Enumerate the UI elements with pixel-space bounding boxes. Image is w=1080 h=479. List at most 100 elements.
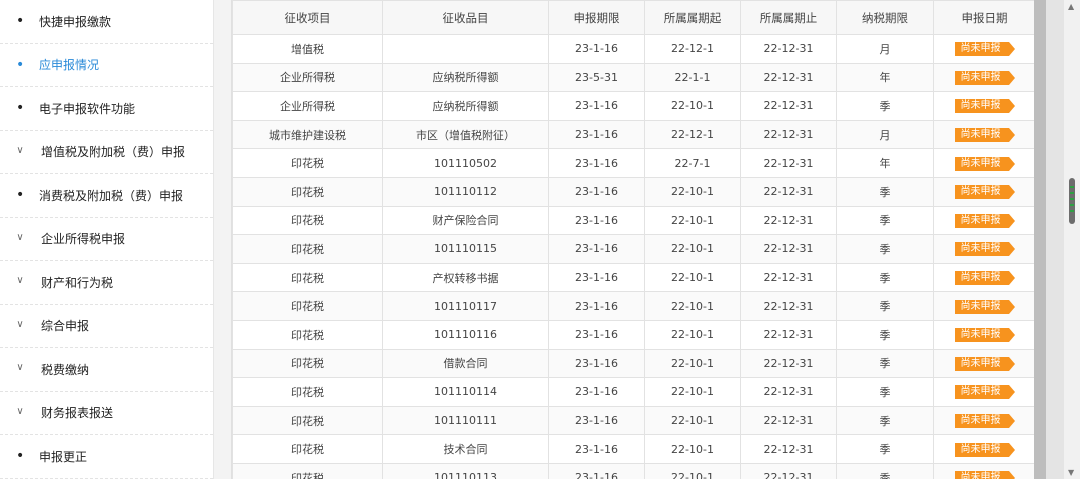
table-cell: 印花税 (232, 291, 383, 321)
table-row[interactable]: 印花税 101110116 23-1-16 22-10-1 22-12-31 季 尚未申报 (232, 319, 1035, 350)
table-row[interactable]: 印花税 101110502 23-1-16 22-7-1 22-12-31 年 尚未申报 (232, 148, 1035, 178)
sidebar-item[interactable]: ∨ 增值税及附加税（费）申报 (0, 131, 213, 174)
status-badge[interactable]: 尚未申报 (954, 156, 1015, 171)
table-cell: 印花税 (232, 205, 383, 236)
table-cell: 22-10-1 (644, 377, 741, 407)
sidebar-item[interactable]: 消费税及附加税（费）申报 (0, 174, 213, 218)
status-badge[interactable]: 尚未申报 (954, 471, 1015, 479)
table-cell: 23-1-16 (548, 348, 645, 379)
table-cell: 印花税 (232, 377, 383, 407)
scroll-down-icon[interactable]: ▼ (1068, 468, 1074, 477)
column-header: 所属属期起 (644, 0, 741, 35)
status-badge[interactable]: 尚未申报 (954, 185, 1015, 200)
table-cell: 22-12-31 (740, 377, 837, 407)
table-cell: 23-1-16 (548, 34, 645, 64)
table-cell: 月 (836, 119, 934, 150)
sidebar-item[interactable]: 应申报情况 (0, 44, 213, 87)
table-row[interactable]: 增值税 23-1-16 22-12-1 22-12-31 月 尚未申报 (232, 34, 1035, 64)
sidebar-item[interactable]: 快捷申报缴款 (0, 0, 213, 44)
table-cell: 23-1-16 (548, 462, 645, 479)
table-cell: 季 (836, 377, 934, 407)
table-cell: 月 (836, 34, 934, 64)
status-badge[interactable]: 尚未申报 (954, 328, 1015, 343)
table-cell: 22-10-1 (644, 434, 741, 464)
sidebar-item[interactable]: ∨ 财务报表报送 (0, 392, 213, 435)
table-cell: 22-12-31 (740, 462, 837, 479)
column-header: 申报期限 (548, 0, 645, 35)
table-cell: 尚未申报 (933, 205, 1035, 236)
sidebar-item[interactable]: ∨ 企业所得税申报 (0, 218, 213, 261)
table-cell: 财产保险合同 (382, 205, 549, 236)
sidebar-item[interactable]: 申报更正 (0, 435, 213, 479)
table-row[interactable]: 印花税 技术合同 23-1-16 22-10-1 22-12-31 季 尚未申报 (232, 434, 1035, 464)
status-badge[interactable]: 尚未申报 (954, 213, 1015, 228)
status-badge[interactable]: 尚未申报 (954, 242, 1015, 257)
table-cell: 22-12-1 (644, 119, 741, 150)
table-cell: 23-5-31 (548, 62, 645, 93)
table-cell: 22-12-1 (644, 34, 741, 64)
table-cell: 22-10-1 (644, 205, 741, 236)
table-row[interactable]: 企业所得税 应纳税所得额 23-1-16 22-10-1 22-12-31 季 尚未申报 (232, 91, 1035, 121)
table-row[interactable]: 印花税 101110112 23-1-16 22-10-1 22-12-31 季 尚未申报 (232, 176, 1035, 207)
table-row[interactable]: 城市维护建设税 市区（增值税附征） 23-1-16 22-12-1 22-12-31 月 尚… (232, 119, 1035, 150)
status-badge[interactable]: 尚未申报 (954, 99, 1015, 114)
table-cell: 印花税 (232, 405, 383, 436)
declaration-table: 征收项目 征收品目 申报期限 所属属期起 所属属期止 纳税期限 申报日期 增值税 23-1-1… (232, 0, 1035, 479)
table-cell: 印花税 (232, 148, 383, 178)
table-row[interactable]: 印花税 借款合同 23-1-16 22-10-1 22-12-31 季 尚未申报 (232, 348, 1035, 379)
table-cell: 23-1-16 (548, 291, 645, 321)
table-cell: 技术合同 (382, 434, 549, 464)
status-badge[interactable]: 尚未申报 (954, 299, 1015, 314)
table-cell: 季 (836, 205, 934, 236)
sidebar-item-label: 企业所得税申报 (41, 232, 126, 247)
table-cell: 22-12-31 (740, 262, 837, 293)
scroll-up-icon[interactable]: ▲ (1068, 2, 1074, 11)
table-cell: 101110502 (382, 148, 549, 178)
table-cell: 尚未申报 (933, 462, 1035, 479)
status-badge[interactable]: 尚未申报 (954, 385, 1015, 400)
table-cell: 101110114 (382, 377, 549, 407)
sidebar-item[interactable]: ∨ 税费缴纳 (0, 348, 213, 392)
table-cell: 季 (836, 462, 934, 479)
status-badge[interactable]: 尚未申报 (954, 442, 1015, 457)
sidebar-item-label: 快捷申报缴款 (39, 14, 112, 29)
table-cell: 23-1-16 (548, 176, 645, 207)
sidebar-item[interactable]: ∨ 综合申报 (0, 305, 213, 348)
table-cell: 季 (836, 234, 934, 264)
table-cell: 22-10-1 (644, 348, 741, 379)
status-badge[interactable]: 尚未申报 (954, 128, 1015, 143)
sidebar-item[interactable]: 电子申报软件功能 (0, 87, 213, 131)
table-cell: 23-1-16 (548, 205, 645, 236)
panel-edge-strip (1034, 0, 1046, 479)
table-cell: 22-12-31 (740, 291, 837, 321)
status-badge[interactable]: 尚未申报 (954, 356, 1015, 371)
table-cell: 印花税 (232, 262, 383, 293)
table-cell: 23-1-16 (548, 434, 645, 464)
table-row[interactable]: 印花税 101110114 23-1-16 22-10-1 22-12-31 季 尚未申报 (232, 377, 1035, 407)
table-cell: 22-12-31 (740, 205, 837, 236)
table-cell: 23-1-16 (548, 234, 645, 264)
table-cell: 尚未申报 (933, 119, 1035, 150)
table-row[interactable]: 印花税 101110117 23-1-16 22-10-1 22-12-31 季 尚未申报 (232, 291, 1035, 321)
column-header: 纳税期限 (836, 0, 934, 35)
sidebar-item[interactable]: ∨ 财产和行为税 (0, 261, 213, 305)
status-badge[interactable]: 尚未申报 (954, 42, 1015, 57)
table-row[interactable]: 印花税 101110113 23-1-16 22-10-1 22-12-31 季尚未申报 (232, 462, 1035, 479)
table-cell: 季 (836, 291, 934, 321)
table-cell: 22-12-31 (740, 434, 837, 464)
table-cell: 季 (836, 348, 934, 379)
status-badge[interactable]: 尚未申报 (954, 271, 1015, 286)
table-row[interactable]: 印花税 财产保险合同 23-1-16 22-10-1 22-12-31 季 尚未申报 (232, 205, 1035, 236)
table-cell: 尚未申报 (933, 434, 1035, 464)
table-row[interactable]: 企业所得税 应纳税所得额 23-5-31 22-1-1 22-12-31 年 尚未申报 (232, 62, 1035, 93)
status-badge[interactable]: 尚未申报 (954, 70, 1015, 85)
table-cell: 23-1-16 (548, 148, 645, 178)
table-row[interactable]: 印花税 101110115 23-1-16 22-10-1 22-12-31 季 尚未申报 (232, 234, 1035, 264)
scrollbar-thumb[interactable] (1069, 178, 1075, 224)
table-cell: 22-12-31 (740, 62, 837, 93)
table-row[interactable]: 印花税 101110111 23-1-16 22-10-1 22-12-31 季 尚未申报 (232, 405, 1035, 436)
vertical-scrollbar[interactable]: ▲ ▼ (1064, 0, 1080, 479)
table-row[interactable]: 印花税 产权转移书据 23-1-16 22-10-1 22-12-31 季 尚未申报 (232, 262, 1035, 293)
table-cell: 尚未申报 (933, 234, 1035, 264)
status-badge[interactable]: 尚未申报 (954, 414, 1015, 429)
